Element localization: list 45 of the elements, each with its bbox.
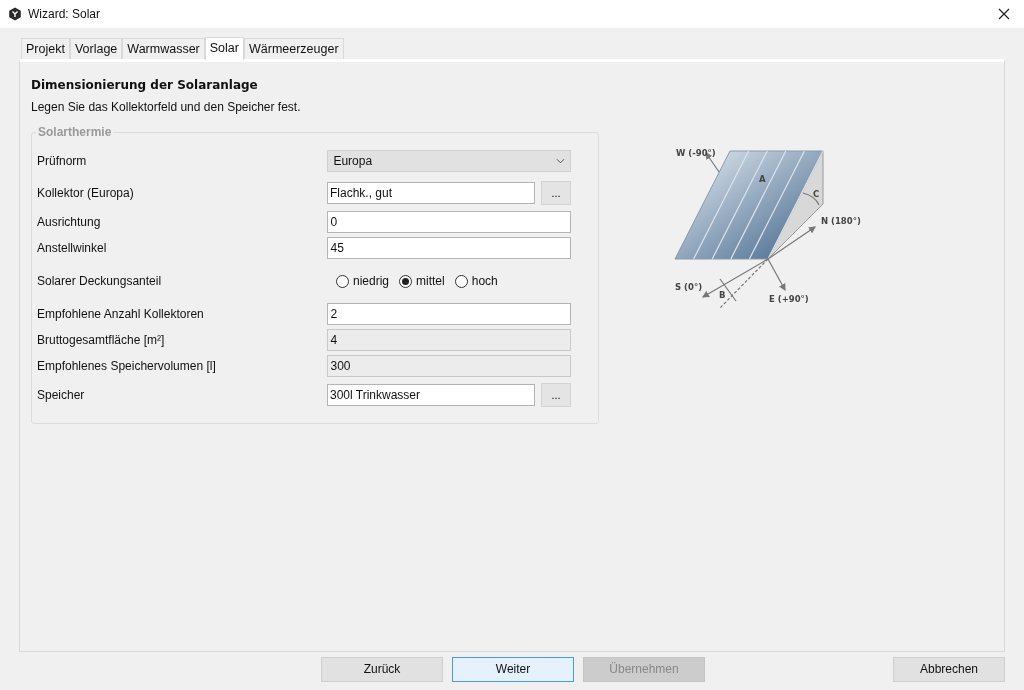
diagram-label: N (180°) [821, 216, 861, 226]
section-description: Legen Sie das Kollektorfeld und den Speicher fest. [31, 100, 302, 114]
diagram-label: B [719, 290, 726, 300]
diagram-label: W (-90°) [676, 148, 716, 158]
field-label: Kollektor (Europa) [37, 186, 135, 200]
field-label: Prüfnorm [37, 154, 88, 168]
app-logo-icon [8, 7, 22, 21]
tab[interactable]: Vorlage [69, 38, 123, 59]
window-title: Wizard: Solar [28, 7, 102, 21]
diagram-label: C [813, 189, 820, 199]
close-icon[interactable] [998, 8, 1010, 20]
diagram-label: A [759, 174, 766, 184]
tab[interactable]: Wärmeerzeuger [243, 38, 344, 59]
text-field[interactable]: 0 [327, 211, 571, 233]
diagram-label: E (+90°) [769, 294, 809, 304]
field-label: Empfohlene Anzahl Kollektoren [37, 307, 205, 321]
radio-button[interactable] [336, 274, 349, 288]
text-field[interactable]: 300l Trinkwasser [327, 384, 535, 406]
section-heading: Dimensionierung der Solaranlage [31, 78, 259, 92]
radio-label[interactable]: hoch [471, 274, 498, 288]
tab[interactable]: Warmwasser [122, 38, 205, 59]
browse-button[interactable]: ... [541, 383, 571, 407]
field-label: Speicher [37, 388, 86, 402]
group-title: Solarthermie [36, 125, 114, 139]
radio-label[interactable]: mittel [416, 274, 445, 288]
browse-button[interactable]: ... [541, 181, 571, 205]
dialog-button[interactable]: Weiter [452, 656, 574, 682]
tab[interactable]: Projekt [21, 38, 70, 59]
text-field[interactable]: 2 [327, 303, 571, 325]
field-label: Ausrichtung [37, 215, 102, 229]
text-field[interactable]: Flachk., gut [327, 182, 535, 204]
dialog-button[interactable]: Zurück [321, 656, 443, 682]
chevron-down-icon [556, 158, 565, 164]
diagram-label: S (0°) [675, 282, 702, 292]
radio-label[interactable]: niedrig [353, 274, 390, 288]
radio-button[interactable] [399, 274, 413, 288]
field-label: Empfohlenes Speichervolumen [l] [37, 359, 217, 373]
field-label: Anstellwinkel [37, 241, 108, 255]
field-label: Bruttogesamtfläche [m²] [37, 333, 166, 347]
field-label: Solarer Deckungsanteil [37, 274, 163, 288]
tab[interactable]: Solar [204, 37, 244, 60]
dialog-button[interactable]: Abbrechen [893, 656, 1005, 682]
radio-button[interactable] [454, 274, 468, 288]
text-field[interactable]: 45 [327, 237, 571, 259]
dropdown[interactable]: Europa [327, 150, 571, 172]
